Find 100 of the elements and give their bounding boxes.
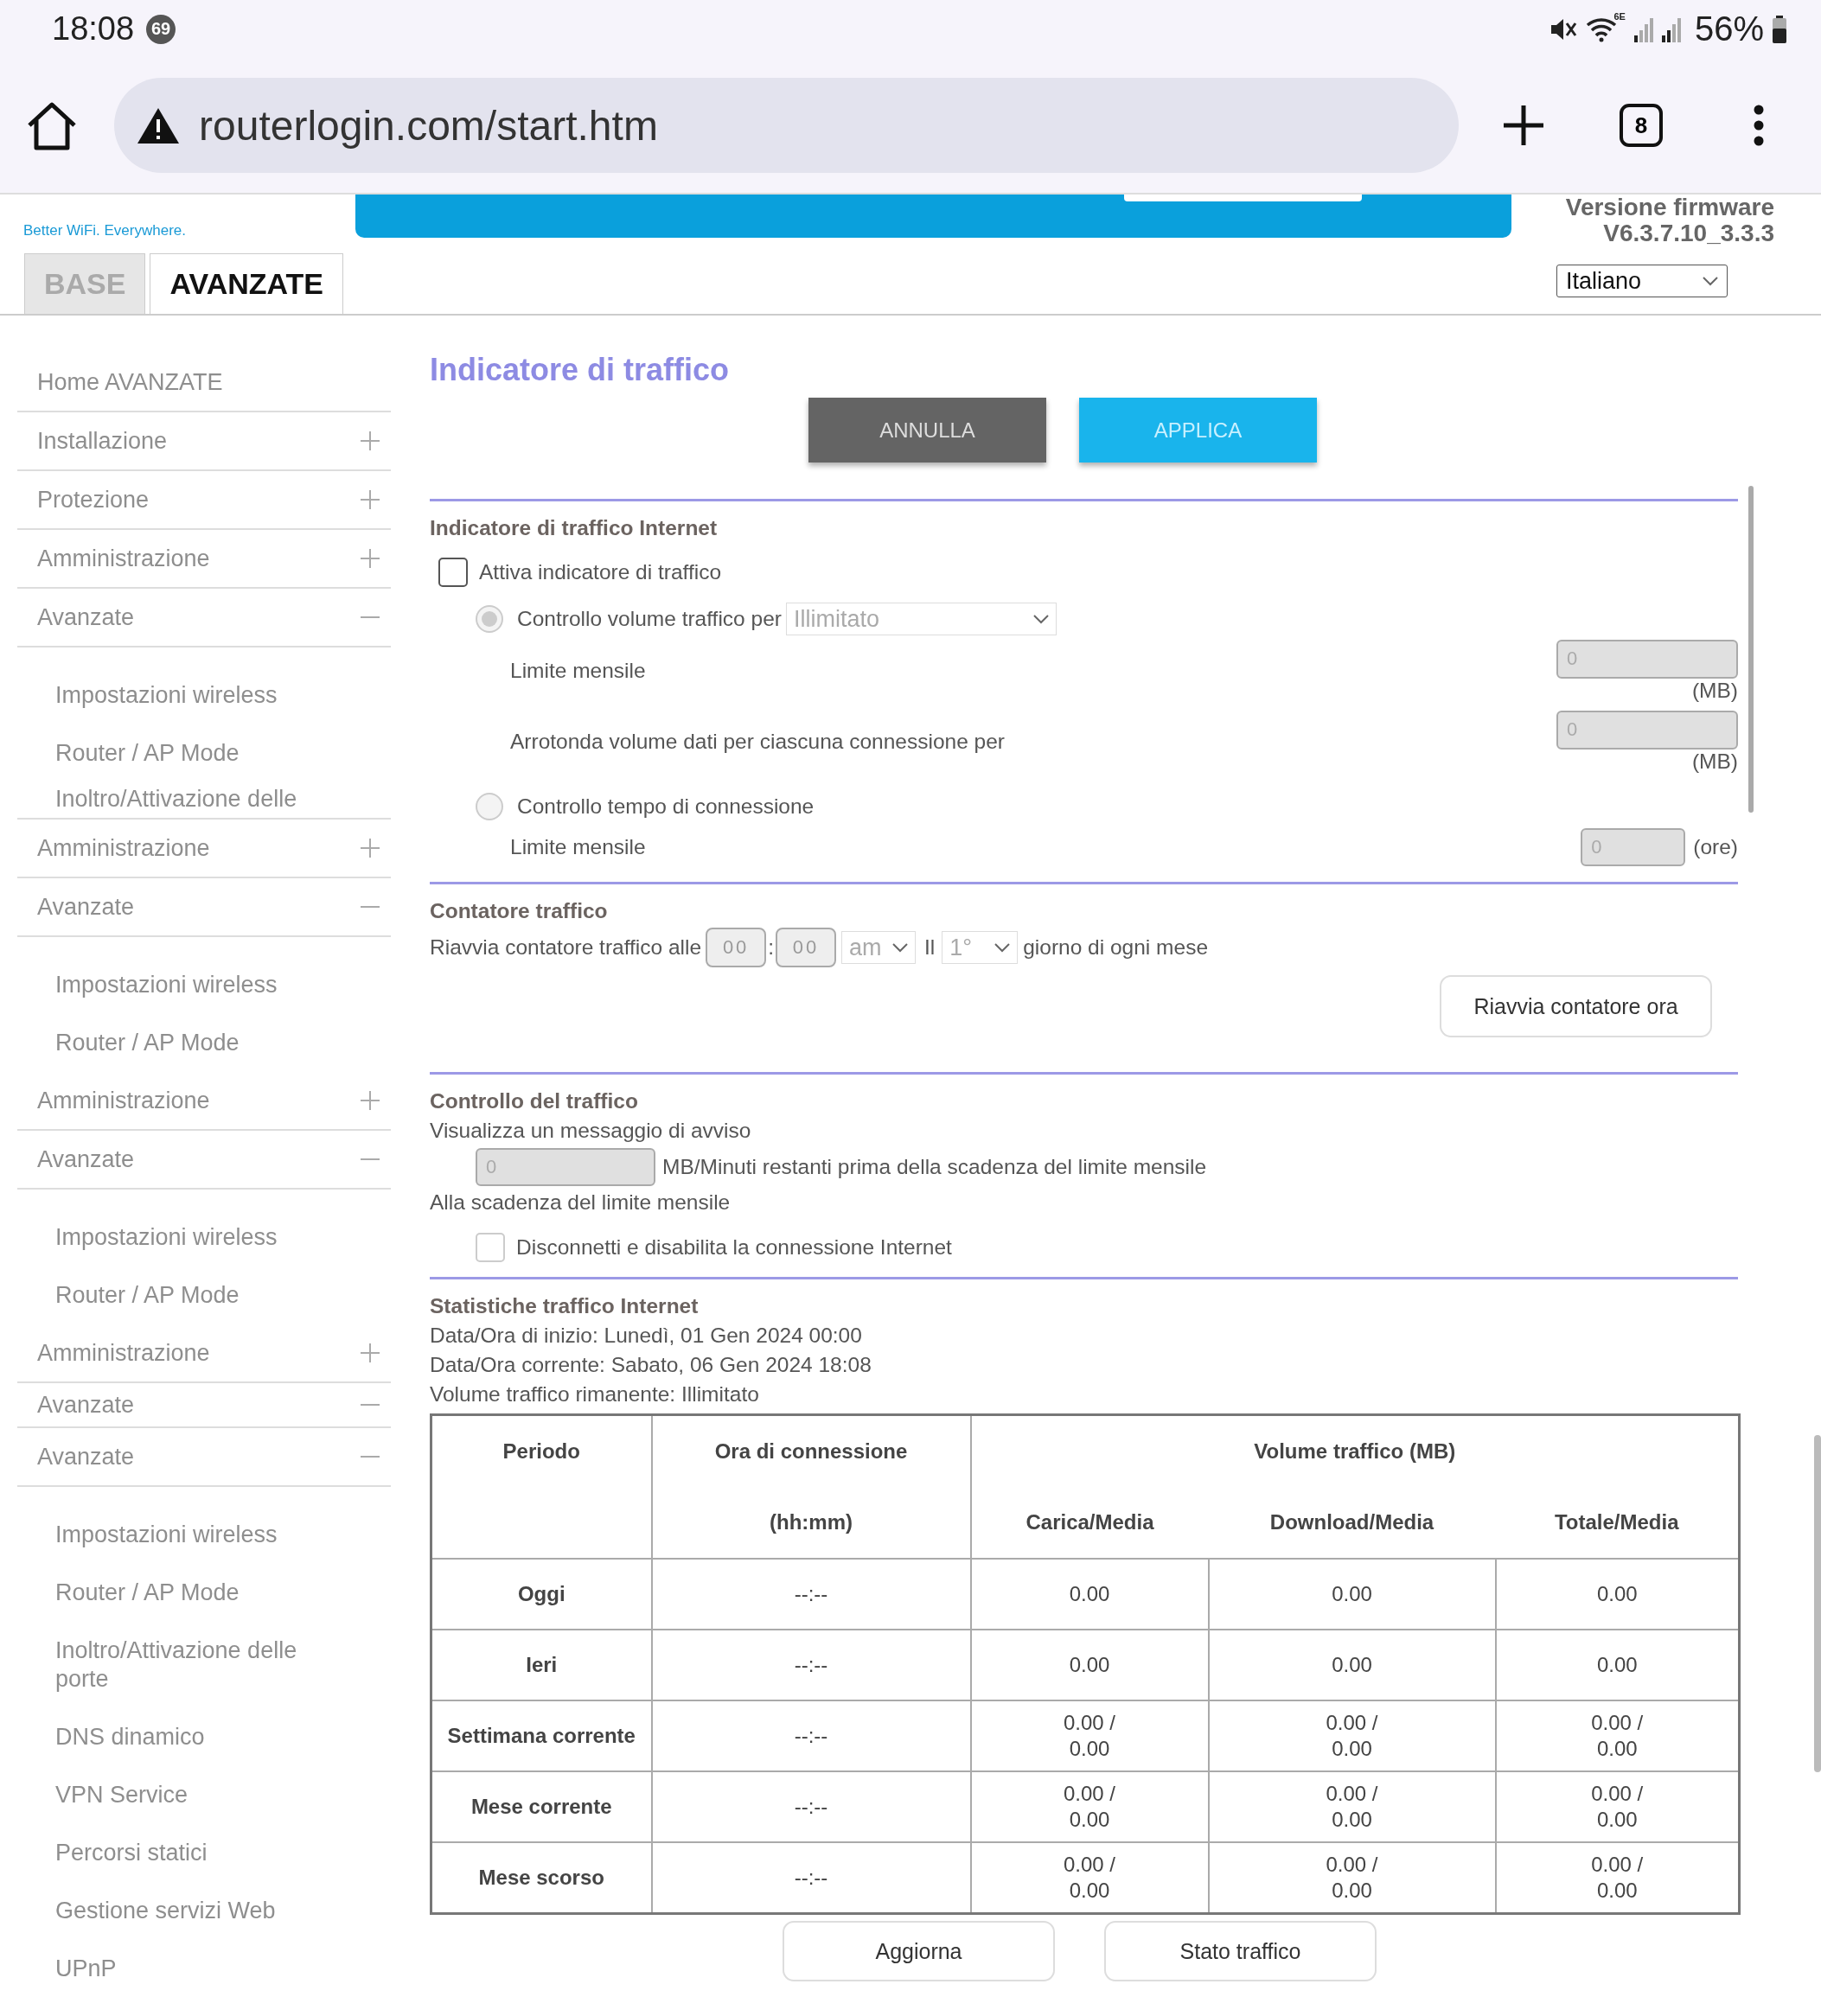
radio-button[interactable] <box>476 605 503 633</box>
time-separator: : <box>768 935 774 960</box>
sidebar-section[interactable]: Amministrazione <box>17 530 391 589</box>
sidebar-item[interactable]: DNS dinamico <box>55 1723 315 1751</box>
column-header: Download/Media <box>1208 1487 1496 1559</box>
sidebar-item[interactable]: Inoltro/Attivazione delle <box>55 785 391 813</box>
unit-label: (MB) <box>1691 678 1738 703</box>
section-heading: Statistiche traffico Internet <box>430 1293 700 1319</box>
table-cell: 0.00 / 0.00 <box>1208 1700 1496 1771</box>
chevron-down-icon <box>1032 614 1049 624</box>
table-cell: 0.00 <box>1208 1630 1496 1700</box>
table-cell: 0.00 <box>970 1559 1209 1630</box>
address-bar[interactable]: routerlogin.com/start.htm <box>114 78 1459 173</box>
sidebar-section[interactable]: Avanzate <box>17 1131 391 1190</box>
table-cell: --:-- <box>651 1559 971 1630</box>
button[interactable]: Stato traffico <box>1104 1921 1377 1981</box>
sidebar-item[interactable]: VPN Service <box>55 1781 315 1809</box>
button[interactable]: ANNULLA <box>808 398 1046 463</box>
sidebar-item[interactable]: Gestione servizi Web <box>55 1897 315 1925</box>
sidebar-item[interactable]: Percorsi statici <box>55 1839 315 1867</box>
menu-icon[interactable] <box>1753 104 1765 147</box>
sidebar-item[interactable]: Router / AP Mode <box>55 1281 315 1310</box>
sidebar-item[interactable]: Router / AP Mode <box>55 1579 315 1607</box>
checkbox[interactable] <box>438 558 468 587</box>
field-label: Limite mensile <box>510 835 647 859</box>
restart-counter-button[interactable]: Riavvia contatore ora <box>1440 975 1712 1037</box>
battery-level: 56% <box>1694 10 1764 48</box>
table-cell: 0.00 / 0.00 <box>1208 1771 1496 1842</box>
field-label: Visualizza un messaggio di avviso <box>430 1118 752 1144</box>
sidebar-item[interactable]: Impostazioni wireless <box>55 681 315 710</box>
tab-counter[interactable]: 8 <box>1620 104 1663 147</box>
tab[interactable]: AVANZATE <box>150 253 343 314</box>
table-cell: Oggi <box>431 1559 652 1630</box>
column-header: (hh:mm) <box>651 1487 971 1559</box>
checkbox-label: Attiva indicatore di traffico <box>479 560 722 584</box>
table-cell: Ieri <box>431 1630 652 1700</box>
clock: 18:08 <box>52 10 135 48</box>
info-text: Data/Ora corrente: Sabato, 06 Gen 2024 18:08 <box>430 1352 872 1378</box>
day-select[interactable]: 1° <box>942 931 1019 964</box>
battery-icon <box>1773 15 1786 43</box>
sidebar-item[interactable]: Router / AP Mode <box>55 1029 315 1057</box>
checkbox-label: Disconnetti e disabilita la connessione Internet <box>516 1235 952 1260</box>
sidebar-section[interactable]: Protezione <box>17 471 391 530</box>
minute-field[interactable]: 00 <box>775 928 836 967</box>
field-label: giorno di ogni mese <box>1023 935 1208 960</box>
field-label: Riavvia contatore traffico alle <box>430 935 702 960</box>
button[interactable]: APPLICA <box>1079 398 1317 463</box>
sidebar-item[interactable]: Router / AP Mode <box>55 739 315 768</box>
column-header: Totale/Media <box>1495 1487 1740 1559</box>
unit-label: (ore) <box>1693 835 1738 859</box>
column-header: Carica/Media <box>970 1487 1209 1559</box>
page-title: Indicatore di traffico <box>430 351 731 389</box>
table-cell: 0.00 / 0.00 <box>970 1700 1209 1771</box>
section-heading: Controllo del traffico <box>430 1088 639 1114</box>
firmware-label: Versione firmware <box>1565 195 1774 220</box>
sidebar-section[interactable]: Amministrazione <box>17 1072 391 1131</box>
warning-icon <box>137 106 180 144</box>
info-text: Volume traffico rimanente: Illimitato <box>430 1381 760 1407</box>
button[interactable]: Aggiorna <box>783 1921 1055 1981</box>
sidebar-item[interactable]: Impostazioni wireless <box>55 1521 315 1549</box>
radio-label: Controllo volume traffico per <box>517 607 782 631</box>
radio-label: Controllo tempo di connessione <box>517 794 815 819</box>
volume-select[interactable]: Illimitato <box>785 603 1057 635</box>
chevron-down-icon <box>994 942 1011 953</box>
table-cell: 0.00 / 0.00 <box>970 1771 1209 1842</box>
sidebar-item[interactable]: Inoltro/Attivazione delle porte <box>55 1636 315 1694</box>
sidebar-section[interactable]: Avanzate <box>17 589 391 648</box>
field-label: MB/Minuti restanti prima della scadenza del limite mensile <box>662 1155 1207 1179</box>
sidebar-section[interactable]: Avanzate <box>17 1428 391 1487</box>
table-cell: --:-- <box>651 1771 971 1842</box>
table-cell: 0.00 <box>970 1630 1209 1700</box>
ampm-select[interactable]: am <box>840 931 916 964</box>
language-select[interactable]: Italiano <box>1556 265 1728 297</box>
hour-field[interactable]: 00 <box>706 928 767 967</box>
table-cell: Mese corrente <box>431 1771 652 1842</box>
section-heading: Indicatore di traffico Internet <box>430 515 719 541</box>
sidebar-section[interactable]: Amministrazione <box>17 820 391 878</box>
wifi-label: 6E <box>1613 11 1626 22</box>
sidebar-section[interactable]: Amministrazione <box>17 1324 391 1383</box>
sidebar-item[interactable]: Impostazioni wireless <box>55 1223 315 1252</box>
sidebar-item[interactable]: UPnP <box>55 1955 315 1983</box>
radio-button[interactable] <box>476 793 503 820</box>
unit-label: (MB) <box>1691 749 1738 774</box>
tab[interactable]: BASE <box>24 253 146 314</box>
chevron-down-icon <box>891 942 908 953</box>
section-heading: Contatore traffico <box>430 898 609 924</box>
chevron-down-icon <box>1703 276 1718 286</box>
field-label: Il <box>923 935 936 960</box>
info-text: Data/Ora di inizio: Lunedì, 01 Gen 2024 00:00 <box>430 1323 863 1349</box>
sidebar-section[interactable]: Installazione <box>17 412 391 471</box>
sidebar-item[interactable]: Impostazioni wireless <box>55 971 315 999</box>
field-label: Alla scadenza del limite mensile <box>430 1190 732 1215</box>
table-cell: Settimana corrente <box>431 1700 652 1771</box>
signal-icon <box>1661 16 1681 42</box>
column-header: Periodo <box>431 1414 652 1559</box>
table-cell: --:-- <box>651 1700 971 1771</box>
sidebar-section[interactable]: Avanzate <box>17 1383 391 1428</box>
table-cell: 0.00 <box>1208 1559 1496 1630</box>
plus-icon[interactable] <box>1502 104 1545 147</box>
sidebar-section[interactable]: Avanzate <box>17 878 391 937</box>
